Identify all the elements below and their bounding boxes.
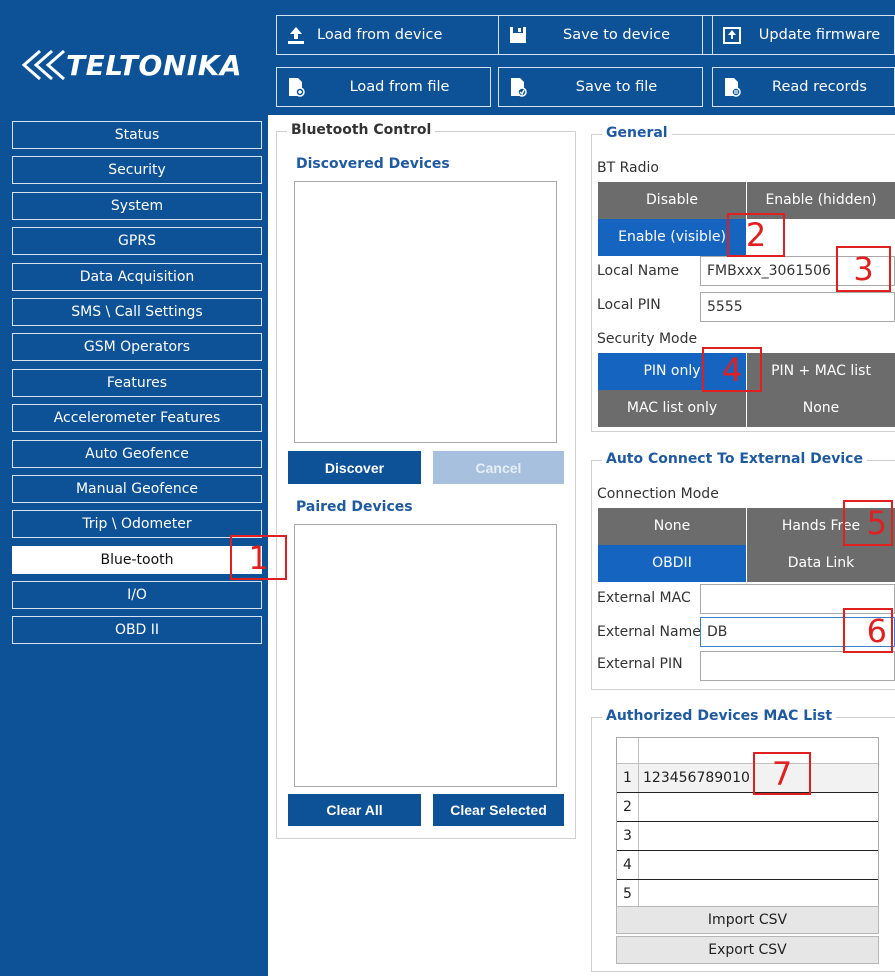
paired-devices-title: Paired Devices <box>296 499 413 515</box>
annotation-1: 1 <box>230 535 287 580</box>
sidebar-item-sms-call-settings[interactable]: SMS \ Call Settings <box>12 297 262 326</box>
mac-list-title: Authorized Devices MAC List <box>602 708 837 724</box>
sidebar-nav: Status Security System GPRS Data Acquisi… <box>12 121 262 652</box>
file-load-icon <box>289 78 305 97</box>
mode-obdii[interactable]: OBDII <box>598 545 746 582</box>
firmware-icon <box>723 27 741 44</box>
table-row: 5 <box>617 880 878 909</box>
sidebar-item-io[interactable]: I/O <box>12 581 262 610</box>
table-row: 1 123456789010 <box>617 764 878 793</box>
local-pin-input[interactable]: 5555 <box>700 292 895 322</box>
load-from-file-button[interactable]: Load from file <box>276 67 491 107</box>
security-mode-label: Security Mode <box>597 331 698 347</box>
annotation-4: 4 <box>702 347 762 392</box>
mode-data-link[interactable]: Data Link <box>747 545 895 582</box>
annotation-6: 6 <box>843 608 893 653</box>
row-number: 2 <box>617 793 639 821</box>
table-row: 4 <box>617 851 878 880</box>
save-to-device-button[interactable]: Save to device <box>498 15 703 55</box>
sidebar-item-features[interactable]: Features <box>12 368 262 397</box>
sidebar: TELTONIKA Status Security System GPRS Da… <box>0 0 268 976</box>
mac-cell[interactable] <box>639 880 878 908</box>
auto-connect-title: Auto Connect To External Device <box>602 451 867 467</box>
bt-radio-disable[interactable]: Disable <box>598 182 746 219</box>
general-title: General <box>602 125 672 141</box>
local-pin-label: Local PIN <box>597 297 661 313</box>
row-number: 3 <box>617 822 639 850</box>
local-name-label: Local Name <box>597 263 680 279</box>
records-icon <box>725 78 741 97</box>
clear-all-button[interactable]: Clear All <box>288 794 421 826</box>
table-row: 3 <box>617 822 878 851</box>
annotation-5: 5 <box>843 500 893 546</box>
external-pin-label: External PIN <box>597 656 683 672</box>
table-row: 2 <box>617 793 878 822</box>
import-csv-button[interactable]: Import CSV <box>616 906 879 934</box>
bt-radio-label: BT Radio <box>597 160 659 176</box>
sidebar-item-gprs[interactable]: GPRS <box>12 227 262 256</box>
row-number: 5 <box>617 880 639 908</box>
mac-table-header <box>617 738 878 764</box>
bluetooth-control-title: Bluetooth Control <box>287 122 436 138</box>
mac-cell[interactable] <box>639 822 878 850</box>
sidebar-item-accelerometer-features[interactable]: Accelerometer Features <box>12 404 262 433</box>
update-firmware-label: Update firmware <box>758 27 881 43</box>
teltonika-logo: TELTONIKA <box>10 40 262 90</box>
sidebar-item-status[interactable]: Status <box>12 121 262 149</box>
connection-mode-label: Connection Mode <box>597 486 719 502</box>
sidebar-item-auto-geofence[interactable]: Auto Geofence <box>12 439 262 468</box>
annotation-7: 7 <box>753 752 811 795</box>
bt-radio-enable-visible[interactable]: Enable (visible) <box>598 219 746 256</box>
external-name-label: External Name <box>597 624 701 640</box>
external-mac-label: External MAC <box>597 590 691 606</box>
export-csv-button[interactable]: Export CSV <box>616 936 879 964</box>
read-records-button[interactable]: Read records <box>712 67 895 107</box>
mac-cell[interactable] <box>639 793 878 821</box>
clear-selected-button[interactable]: Clear Selected <box>433 794 564 826</box>
save-to-file-button[interactable]: Save to file <box>498 67 703 107</box>
file-save-icon <box>511 78 527 97</box>
row-number: 1 <box>617 764 639 792</box>
sidebar-item-data-acquisition[interactable]: Data Acquisition <box>12 262 262 291</box>
discover-button[interactable]: Discover <box>288 451 421 484</box>
sidebar-item-manual-geofence[interactable]: Manual Geofence <box>12 474 262 503</box>
security-pin-mac-list[interactable]: PIN + MAC list <box>747 353 895 390</box>
paired-devices-list[interactable] <box>294 524 557 787</box>
annotation-2: 2 <box>727 213 785 257</box>
external-pin-input[interactable] <box>700 651 895 681</box>
load-from-file-label: Load from file <box>349 79 450 95</box>
mac-table: 1 123456789010 2 3 4 5 <box>616 737 879 910</box>
mode-none[interactable]: None <box>598 508 746 545</box>
brand-name: TELTONIKA <box>66 48 243 82</box>
floppy-disk-icon <box>510 27 526 43</box>
security-mac-list-only[interactable]: MAC list only <box>598 390 746 427</box>
save-to-file-label: Save to file <box>575 79 658 95</box>
update-firmware-button[interactable]: Update firmware <box>712 15 895 55</box>
mac-cell[interactable] <box>639 851 878 879</box>
discovered-devices-title: Discovered Devices <box>296 156 450 172</box>
sidebar-item-security[interactable]: Security <box>12 156 262 185</box>
toolbar: Load from device Save to device Update f… <box>268 0 895 115</box>
mac-table-corner <box>617 738 639 763</box>
security-none[interactable]: None <box>747 390 895 427</box>
sidebar-item-trip-odometer[interactable]: Trip \ Odometer <box>12 510 262 539</box>
cancel-button[interactable]: Cancel <box>433 451 564 484</box>
sidebar-item-gsm-operators[interactable]: GSM Operators <box>12 333 262 362</box>
logo-mark-icon <box>21 49 65 81</box>
row-number: 4 <box>617 851 639 879</box>
sidebar-item-obd-ii[interactable]: OBD II <box>12 616 262 645</box>
annotation-3: 3 <box>836 246 891 292</box>
upload-icon <box>288 27 304 44</box>
sidebar-item-bluetooth[interactable]: Blue-tooth <box>12 545 262 574</box>
discovered-devices-list[interactable] <box>294 181 557 443</box>
app-window: TELTONIKA Status Security System GPRS Da… <box>0 0 895 976</box>
read-records-label: Read records <box>772 79 867 95</box>
save-to-device-label: Save to device <box>563 27 670 43</box>
sidebar-item-system[interactable]: System <box>12 191 262 220</box>
